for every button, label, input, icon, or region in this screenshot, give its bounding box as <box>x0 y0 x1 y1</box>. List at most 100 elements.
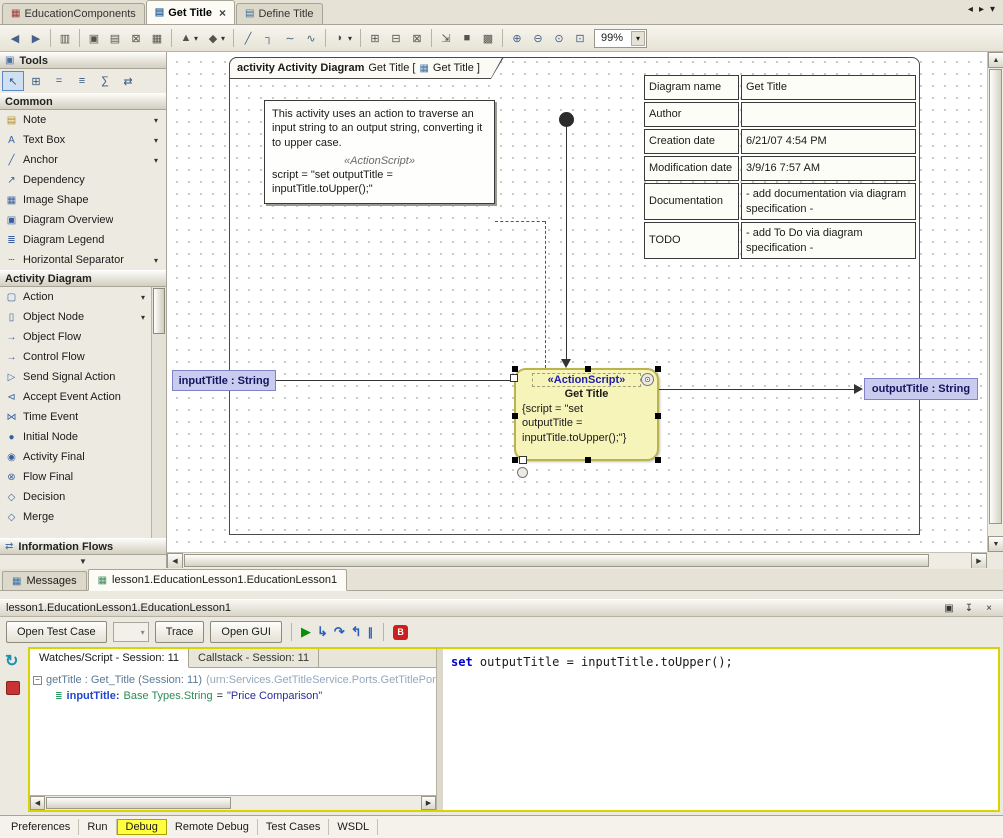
scroll-left-icon[interactable]: ◀ <box>30 796 45 810</box>
back-button[interactable]: ◀ <box>5 28 25 48</box>
step-over-button[interactable]: ↷ <box>334 624 345 640</box>
tab-list-icon[interactable]: ▾ <box>990 4 995 15</box>
close-panel-icon[interactable]: × <box>981 601 997 615</box>
remove-frame-button[interactable]: ⊠ <box>407 28 427 48</box>
palette-item-text-box[interactable]: A Text Box ▾ <box>0 130 166 150</box>
pin-window-icon[interactable]: ↧ <box>961 601 977 615</box>
vertical-scrollbar-thumb[interactable] <box>989 69 1002 524</box>
palette-item-time-event[interactable]: ⋈ Time Event <box>0 407 166 427</box>
action-node-get-title[interactable]: ⊙ «ActionScript» Get Title {script = "se… <box>514 368 659 461</box>
stop-indicator-icon[interactable] <box>6 681 20 695</box>
add-diagram-button[interactable]: ⊞ <box>365 28 385 48</box>
scroll-up-icon[interactable]: ▲ <box>988 52 1003 68</box>
script-editor[interactable]: set outputTitle = inputTitle.toUpper(); <box>443 649 998 810</box>
status-item-wsdl[interactable]: WSDL <box>329 819 378 835</box>
chevron-down-icon[interactable]: ▾ <box>194 34 202 43</box>
scroll-right-icon[interactable]: ▶ <box>421 796 436 810</box>
chevron-down-icon[interactable]: ▾ <box>138 293 148 302</box>
selection-handle[interactable] <box>512 366 518 372</box>
palette-item-object-node[interactable]: ▯ Object Node ▾ <box>0 307 166 327</box>
palette-header-tools[interactable]: ▣ Tools <box>0 52 166 69</box>
chevron-down-icon[interactable]: ▾ <box>151 116 161 125</box>
output-pin-label[interactable]: outputTitle : String <box>864 378 978 400</box>
selection-handle[interactable] <box>655 413 661 419</box>
palette-item-decision[interactable]: ◇ Decision <box>0 487 166 507</box>
zoom-fit-button[interactable]: ⊡ <box>570 28 590 48</box>
palette-item-accept-event-action[interactable]: ⊲ Accept Event Action <box>0 387 166 407</box>
open-gui-button[interactable]: Open GUI <box>210 621 282 643</box>
palette-item-diagram-legend[interactable]: ≣ Diagram Legend <box>0 230 166 250</box>
autosize-button[interactable]: ⇲ <box>436 28 456 48</box>
palette-scrollbar[interactable] <box>151 287 166 538</box>
control-flow-line[interactable] <box>566 126 567 360</box>
note-anchor-line[interactable] <box>545 221 546 368</box>
select-in-tree-button[interactable]: ▥ <box>55 28 75 48</box>
trace-toggle-button[interactable]: Trace <box>155 621 205 643</box>
scroll-right-icon[interactable]: ▶ <box>971 553 987 568</box>
tree-variable-row[interactable]: ≣ inputTitle: Base Types.String = "Price… <box>33 688 433 704</box>
session-combo[interactable]: ▾ <box>113 622 149 642</box>
palette-header-information-flows[interactable]: ⇄ Information Flows <box>0 538 166 555</box>
select-tool-button[interactable]: ↖ <box>2 71 24 91</box>
align-tool-button[interactable]: ≡ <box>71 71 93 91</box>
diagram-canvas[interactable]: activity Activity Diagram Get Title [ ▦ … <box>167 52 1003 568</box>
palette-item-image-shape[interactable]: ▦ Image Shape <box>0 190 166 210</box>
canvas-vertical-scrollbar[interactable]: ▲ ▼ <box>987 52 1003 552</box>
tab-get-title[interactable]: ▤ Get Title × <box>146 0 235 24</box>
debugger-panel-header[interactable]: lesson1.EducationLesson1.EducationLesson… <box>0 599 1003 617</box>
tab-watches-script[interactable]: Watches/Script - Session: 11 <box>30 649 189 668</box>
selection-handle[interactable] <box>655 457 661 463</box>
canvas-horizontal-scrollbar[interactable]: ◀ ▶ <box>167 552 987 568</box>
scroll-left-icon[interactable]: ◀ <box>167 553 183 568</box>
forward-button[interactable]: ▶ <box>26 28 46 48</box>
tree-root-row[interactable]: − getTitle : Get_Title (Session: 11) (ur… <box>33 672 433 688</box>
watches-tree[interactable]: − getTitle : Get_Title (Session: 11) (ur… <box>30 668 436 795</box>
watches-horizontal-scrollbar[interactable]: ◀ ▶ <box>30 795 436 810</box>
link-tool-button[interactable]: = <box>48 71 70 91</box>
status-item-run[interactable]: Run <box>79 819 116 835</box>
chevron-down-icon[interactable]: ▾ <box>151 256 161 265</box>
uml-note[interactable]: This activity uses an action to traverse… <box>264 100 495 204</box>
zoom-level-combo[interactable]: 99% ▾ <box>594 29 647 48</box>
float-window-icon[interactable]: ▣ <box>941 601 957 615</box>
note-anchor-line[interactable] <box>495 221 545 222</box>
oblique-path-button[interactable]: ╱ <box>238 28 258 48</box>
output-object-flow-line[interactable] <box>659 389 855 390</box>
palette-item-merge[interactable]: ◇ Merge <box>0 507 166 527</box>
input-pin-label[interactable]: inputTitle : String <box>172 370 276 391</box>
step-out-button[interactable]: ↰ <box>351 624 362 640</box>
diagram-drawing-area[interactable]: activity Activity Diagram Get Title [ ▦ … <box>167 52 987 552</box>
fill-color-button[interactable]: ■ <box>457 28 477 48</box>
zoom-in-button[interactable]: ⊕ <box>507 28 527 48</box>
zoom-out-button[interactable]: ⊖ <box>528 28 548 48</box>
anchor-tool-button[interactable]: ◆ <box>203 28 223 48</box>
input-pin[interactable] <box>510 374 518 382</box>
chevron-down-icon[interactable]: ▾ <box>151 156 161 165</box>
swap-tool-button[interactable]: ⇄ <box>117 71 139 91</box>
palette-item-send-signal-action[interactable]: ▷ Send Signal Action <box>0 367 166 387</box>
show-frame-button[interactable]: ⊟ <box>386 28 406 48</box>
tab-scroll-left-icon[interactable]: ◂ <box>968 4 973 15</box>
chevron-down-icon[interactable]: ▾ <box>348 34 356 43</box>
selection-handle[interactable] <box>585 457 591 463</box>
palette-item-dependency[interactable]: ↗ Dependency <box>0 170 166 190</box>
toggle-breakpoint-button[interactable]: B <box>393 625 408 640</box>
palette-item-object-flow[interactable]: → Object Flow <box>0 327 166 347</box>
run-button[interactable]: ▶ <box>301 624 311 640</box>
selection-handle[interactable] <box>512 457 518 463</box>
chevron-down-icon[interactable]: ▾ <box>221 34 229 43</box>
palette-header-common[interactable]: Common <box>0 93 166 110</box>
rectilinear-path-button[interactable]: ┐ <box>259 28 279 48</box>
paste-style-button[interactable]: ▦ <box>147 28 167 48</box>
shape-tool-button[interactable]: ▲ <box>176 28 196 48</box>
tab-scroll-right-icon[interactable]: ▸ <box>979 4 984 15</box>
input-object-flow-line[interactable] <box>276 380 515 381</box>
diagram-properties-table[interactable]: Diagram name Get Title Author Creation d… <box>644 75 916 259</box>
tab-messages[interactable]: ▦ Messages <box>2 571 87 590</box>
palette-item-flow-final[interactable]: ⊗ Flow Final <box>0 467 166 487</box>
chevron-down-icon[interactable]: ▾ <box>151 136 161 145</box>
action-behavior-badge-icon[interactable]: ⊙ <box>641 373 654 386</box>
grid-tool-button[interactable]: ⊞ <box>25 71 47 91</box>
tab-educationcomponents[interactable]: ▦ EducationComponents <box>2 3 145 24</box>
palette-item-control-flow[interactable]: → Control Flow <box>0 347 166 367</box>
